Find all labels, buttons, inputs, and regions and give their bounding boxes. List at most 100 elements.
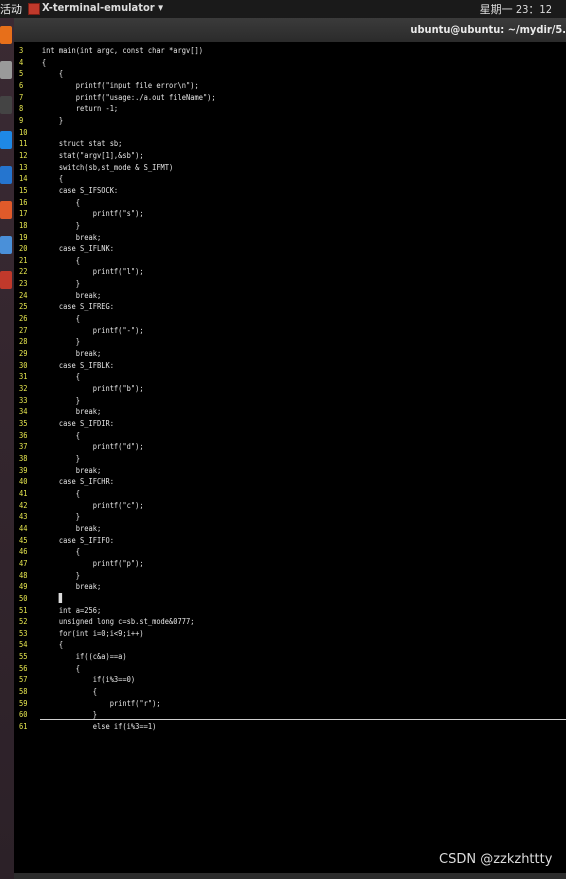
line-number: 58 [19, 687, 28, 697]
ide-icon[interactable] [0, 166, 12, 184]
code-text: printf("r"); [41, 698, 161, 708]
code-line: 34 break; [19, 406, 500, 418]
line-number: 44 [19, 523, 28, 533]
code-text: case S_IFBLK: [41, 360, 114, 370]
code-line: 5 { [19, 68, 500, 80]
line-number: 43 [19, 512, 28, 522]
line-number: 12 [19, 150, 28, 160]
code-text: } [41, 453, 81, 463]
line-number: 28 [19, 337, 28, 347]
app-red-icon[interactable] [0, 271, 12, 289]
code-line: 30 case S_IFBLK: [19, 360, 500, 372]
code-line: 38 } [19, 453, 500, 465]
line-number: 19 [19, 232, 28, 242]
line-number: 21 [19, 255, 28, 265]
line-number: 45 [19, 535, 28, 545]
code-line: 15 case S_IFSOCK: [19, 185, 500, 197]
vscode-icon[interactable] [0, 131, 12, 149]
line-number: 59 [19, 698, 28, 708]
code-text: printf("c"); [41, 500, 144, 510]
code-line: 46 { [19, 546, 500, 558]
line-number: 17 [19, 209, 28, 219]
line-number: 33 [19, 395, 28, 405]
line-number: 52 [19, 617, 28, 627]
network-icon[interactable] [0, 236, 12, 254]
line-number: 35 [19, 419, 28, 428]
code-text: break; [41, 290, 102, 300]
code-text: if(i%3==0) [41, 675, 136, 685]
code-text: break; [41, 349, 102, 359]
code-text: else if(i%3==1) [41, 722, 157, 732]
code-text: struct stat sb; [41, 139, 123, 149]
line-number: 11 [19, 139, 28, 149]
line-number: 6 [19, 80, 24, 90]
code-text: { [41, 372, 81, 382]
line-number: 23 [19, 279, 28, 289]
code-line: 3 int main(int argc, const char *argv[]) [19, 45, 500, 57]
line-number: 51 [19, 605, 28, 615]
code-text: case S_IFLNK: [41, 244, 114, 254]
code-line: 13 switch(sb,st_mode & S_IFMT) [19, 162, 500, 174]
code-text: printf("p"); [41, 558, 144, 568]
code-line: 14 { [19, 173, 500, 185]
code-line: 47 printf("p"); [19, 558, 500, 570]
terminal-area[interactable]: 3 int main(int argc, const char *argv[]) 4… [14, 42, 566, 879]
line-number: 22 [19, 267, 28, 277]
code-line: 23 } [19, 278, 500, 290]
code-line: 16 { [19, 197, 500, 209]
code-text: { [41, 488, 81, 498]
firefox-icon[interactable] [0, 26, 12, 44]
line-number: 8 [19, 104, 24, 114]
line-number: 57 [19, 675, 28, 685]
code-text: } [41, 395, 81, 405]
line-number: 29 [19, 349, 28, 359]
line-number: 40 [19, 477, 28, 487]
line-number: 38 [19, 453, 28, 463]
code-text: unsigned long c=sb.st_mode&0777; [41, 617, 195, 627]
line-number: 24 [19, 290, 28, 300]
code-line: 29 break; [19, 348, 500, 360]
code-line: 45 case S_IFIFO: [19, 535, 500, 547]
window-titlebar[interactable]: ubuntu@ubuntu: ~/mydir/5. [14, 18, 566, 42]
files-icon[interactable] [0, 61, 12, 79]
code-line: 18 } [19, 220, 500, 232]
code-line: 11 struct stat sb; [19, 138, 500, 150]
line-number: 10 [19, 127, 28, 137]
app-menu[interactable]: X-terminal-emulator ▾ [42, 1, 163, 14]
code-line: 55 if((c&a)==a) [19, 651, 500, 663]
code-line: 4{ [19, 57, 500, 69]
activities-button[interactable]: 活动 [0, 1, 22, 17]
line-number: 7 [19, 92, 24, 102]
line-number: 31 [19, 372, 28, 382]
code-text: stat("argv[1],&sb"); [41, 150, 144, 160]
clock[interactable]: 星期一 23：12 [480, 1, 552, 17]
code-line: 9 } [19, 115, 500, 127]
code-line: 39 break; [19, 465, 500, 477]
code-line: 35 case S_IFDIR: [19, 418, 500, 430]
code-line: 56 { [19, 663, 500, 675]
bottom-strip [14, 873, 566, 879]
text-cursor [58, 593, 63, 604]
code-line: 24 break; [19, 290, 500, 302]
code-text: case S_IFSOCK: [41, 185, 119, 195]
software-icon[interactable] [0, 201, 12, 219]
code-line: 58 { [19, 686, 500, 698]
code-line: 50 [19, 593, 500, 605]
code-text: } [41, 337, 81, 347]
line-number: 48 [19, 570, 28, 580]
line-number: 30 [19, 360, 28, 370]
code-line: 52 unsigned long c=sb.st_mode&0777; [19, 616, 500, 628]
code-text: { [41, 547, 81, 557]
code-line: 54 { [19, 639, 500, 651]
code-line: 28 } [19, 336, 500, 348]
code-text: { [41, 255, 81, 265]
code-line: 20 case S_IFLNK: [19, 243, 500, 255]
code-line: 31 { [19, 371, 500, 383]
line-number: 49 [19, 582, 28, 592]
terminal-icon[interactable] [0, 96, 12, 114]
code-line: 42 printf("c"); [19, 500, 500, 512]
code-line: 49 break; [19, 581, 500, 593]
code-line: 25 case S_IFREG: [19, 301, 500, 313]
line-number: 42 [19, 500, 28, 510]
code-line: 32 printf("b"); [19, 383, 500, 395]
